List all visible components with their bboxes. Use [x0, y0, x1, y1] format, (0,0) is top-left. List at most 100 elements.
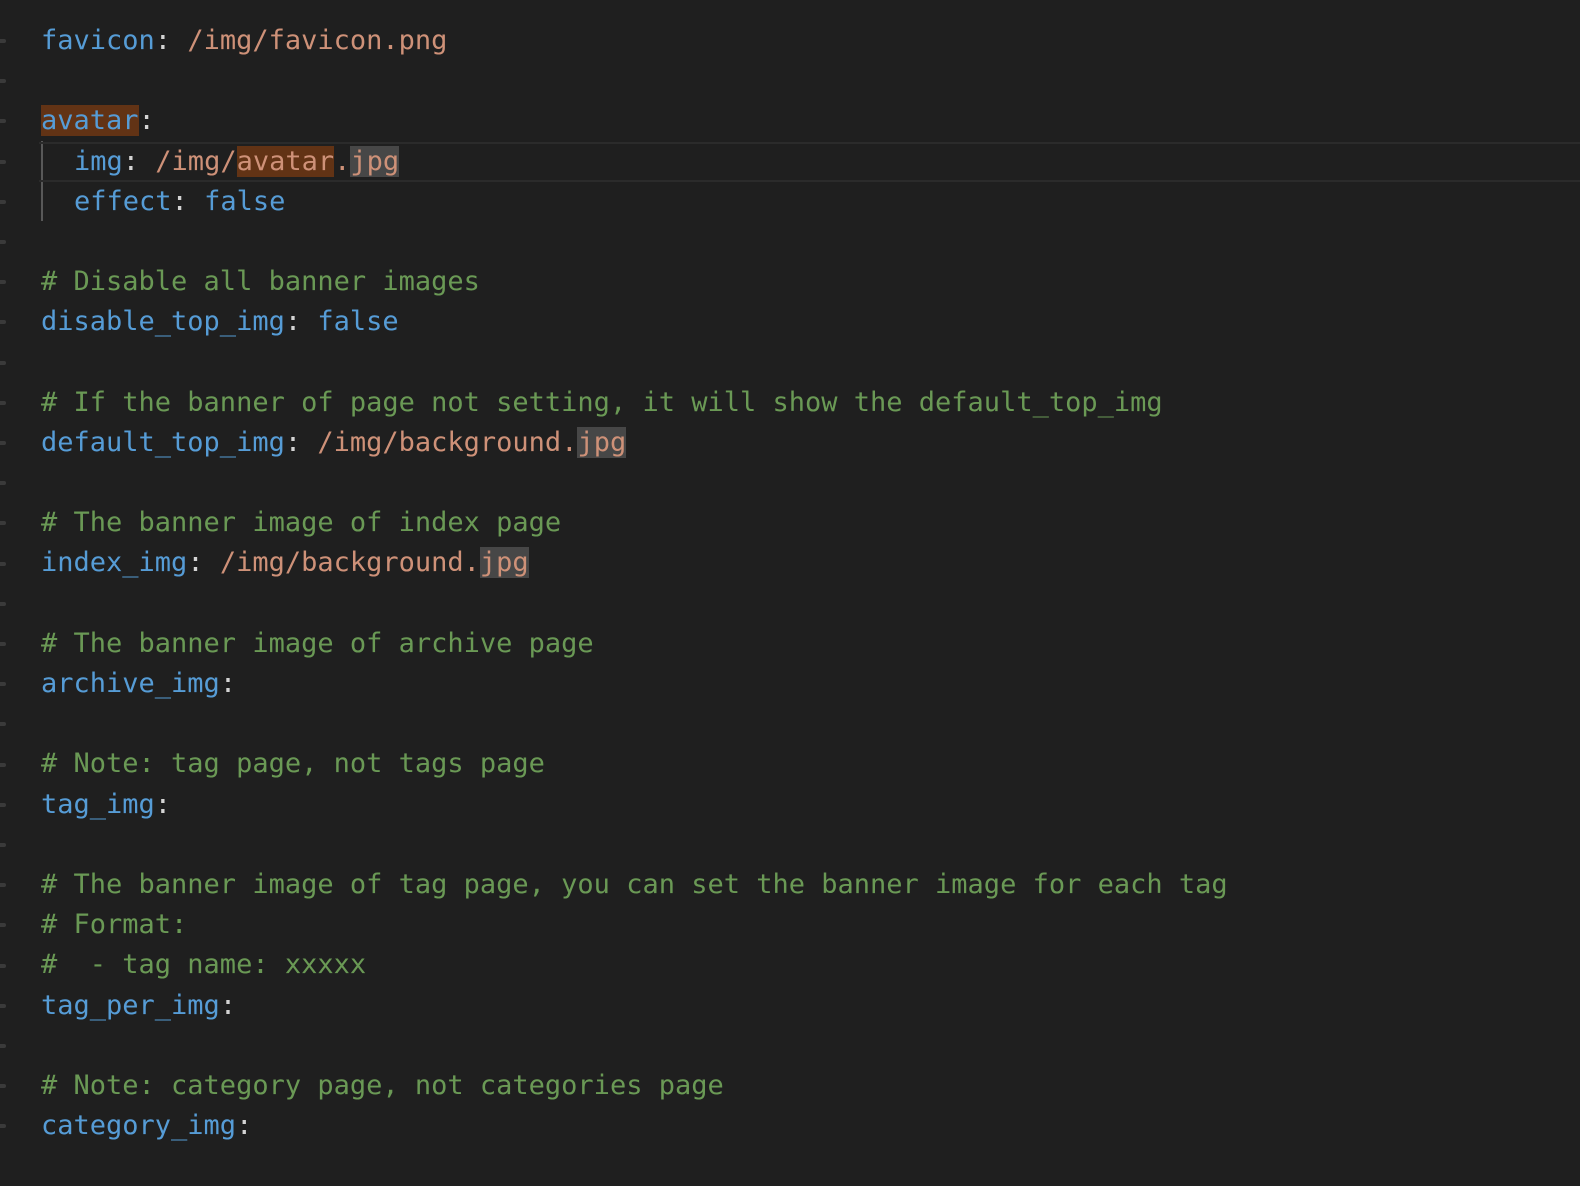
yaml-key: index_img — [41, 547, 188, 579]
code-line-blank[interactable] — [41, 704, 1580, 744]
code-line-disable-top-img[interactable]: disable_top_img: false — [41, 302, 1580, 342]
code-line-archive-img[interactable]: archive_img: — [41, 664, 1580, 704]
code-lines[interactable]: favicon: /img/favicon.png avatar: img: /… — [39, 21, 1580, 1146]
code-line-avatar-img[interactable]: img: /img/avatar.jpg — [39, 141, 1580, 182]
colon: : — [219, 668, 237, 699]
gutter-mark — [0, 802, 6, 807]
code-line-index-img[interactable]: index_img: /img/background.jpg — [41, 543, 1580, 583]
gutter-mark — [0, 481, 6, 486]
selection-highlight: jpg — [577, 426, 627, 458]
code-line-comment[interactable]: # The banner image of index page — [41, 503, 1580, 543]
code-line-blank[interactable] — [41, 222, 1580, 262]
colon: : — [154, 788, 172, 820]
code-line-blank[interactable] — [41, 343, 1580, 383]
colon: : — [138, 105, 155, 137]
yaml-comment: # Note: tag page, not tags page — [41, 748, 545, 780]
code-line-blank[interactable] — [41, 825, 1580, 865]
gutter-mark — [0, 79, 6, 84]
yaml-comment: # Format: — [41, 909, 188, 941]
gutter-mark — [0, 39, 6, 43]
gutter-mark — [0, 240, 6, 244]
yaml-comment: # Note: category page, not categories pa… — [41, 1069, 724, 1101]
code-line-comment[interactable]: # If the banner of page not setting, it … — [41, 383, 1580, 423]
yaml-comment: # If the banner of page not setting, it … — [41, 386, 1163, 418]
gutter-mark — [0, 682, 6, 687]
selection-highlight: jpg — [479, 547, 529, 579]
gutter-mark — [0, 1084, 6, 1089]
code-line-favicon[interactable]: favicon: /img/favicon.png — [41, 21, 1580, 61]
yaml-comment: # The banner image of tag page, you can … — [41, 868, 1228, 900]
colon: : — [187, 547, 220, 579]
yaml-comment: # - tag name: xxxxx — [41, 949, 367, 981]
yaml-key-highlighted: avatar — [41, 105, 139, 137]
gutter-mark — [0, 923, 6, 928]
code-editor[interactable]: favicon: /img/favicon.png avatar: img: /… — [0, 0, 1580, 1186]
yaml-string-value: /img/ — [155, 145, 237, 177]
colon: : — [154, 25, 188, 56]
gutter-mark — [0, 762, 6, 767]
code-line-comment[interactable]: # The banner image of archive page — [41, 624, 1580, 664]
gutter-mark — [0, 561, 6, 566]
code-line-tag-img[interactable]: tag_img: — [41, 785, 1580, 825]
yaml-boolean-value: false — [317, 306, 399, 338]
yaml-string-value: /img/favicon.png — [187, 25, 448, 56]
gutter-mark — [0, 883, 6, 888]
gutter-mark — [0, 280, 6, 285]
gutter-mark — [0, 320, 6, 325]
code-line-blank[interactable] — [41, 463, 1580, 503]
gutter-mark — [0, 1124, 6, 1129]
gutter-mark — [0, 521, 6, 526]
yaml-key: tag_per_img — [41, 989, 220, 1021]
gutter-mark — [0, 199, 6, 204]
yaml-string-value: /img/background. — [219, 547, 480, 579]
code-line-blank[interactable] — [41, 61, 1580, 101]
colon: : — [122, 145, 156, 177]
yaml-key: effect — [74, 185, 172, 217]
yaml-key: archive_img — [41, 668, 220, 699]
yaml-comment: # The banner image of index page — [41, 507, 562, 539]
code-line-blank[interactable] — [41, 1026, 1580, 1066]
yaml-boolean-value: false — [204, 185, 286, 217]
code-line-avatar[interactable]: avatar: — [41, 101, 1580, 141]
code-line-category-img[interactable]: category_img: — [41, 1106, 1580, 1146]
yaml-key: img — [74, 145, 123, 177]
gutter-mark — [0, 601, 6, 606]
word-highlight: avatar — [236, 145, 335, 177]
yaml-key: disable_top_img — [41, 306, 285, 338]
yaml-key: tag_img — [41, 788, 155, 820]
selection-highlight: jpg — [350, 145, 400, 177]
colon: : — [171, 185, 205, 217]
yaml-comment: # Disable all banner images — [41, 266, 480, 298]
code-line-blank[interactable] — [41, 584, 1580, 624]
gutter-mark — [0, 119, 6, 124]
yaml-key: category_img — [41, 1110, 237, 1142]
gutter-mark — [0, 642, 6, 646]
editor-gutter — [0, 0, 10, 1186]
code-line-comment[interactable]: # Disable all banner images — [41, 262, 1580, 302]
gutter-mark — [0, 159, 6, 164]
colon: : — [236, 1110, 253, 1142]
gutter-mark — [0, 843, 6, 847]
yaml-string-value: . — [334, 145, 351, 177]
code-line-comment[interactable]: # Format: — [41, 905, 1580, 945]
code-line-comment[interactable]: # - tag name: xxxxx — [41, 945, 1580, 985]
gutter-mark — [0, 360, 6, 365]
gutter-mark — [0, 441, 6, 445]
gutter-mark — [0, 1044, 6, 1048]
yaml-key: default_top_img — [41, 426, 285, 458]
colon: : — [284, 306, 318, 338]
code-line-comment[interactable]: # Note: category page, not categories pa… — [41, 1066, 1580, 1106]
colon: : — [219, 989, 237, 1021]
code-line-tag-per-img[interactable]: tag_per_img: — [41, 986, 1580, 1026]
code-line-default-top-img[interactable]: default_top_img: /img/background.jpg — [41, 423, 1580, 463]
gutter-mark — [0, 722, 6, 727]
code-line-comment[interactable]: # Note: tag page, not tags page — [41, 744, 1580, 784]
gutter-mark — [0, 1003, 6, 1008]
colon: : — [284, 426, 318, 458]
yaml-comment: # The banner image of archive page — [41, 627, 594, 659]
code-line-comment[interactable]: # The banner image of tag page, you can … — [41, 865, 1580, 905]
gutter-mark — [0, 963, 6, 968]
code-line-avatar-effect[interactable]: effect: false — [41, 182, 1580, 222]
gutter-mark — [0, 400, 6, 405]
yaml-string-value: /img/background. — [317, 426, 578, 458]
